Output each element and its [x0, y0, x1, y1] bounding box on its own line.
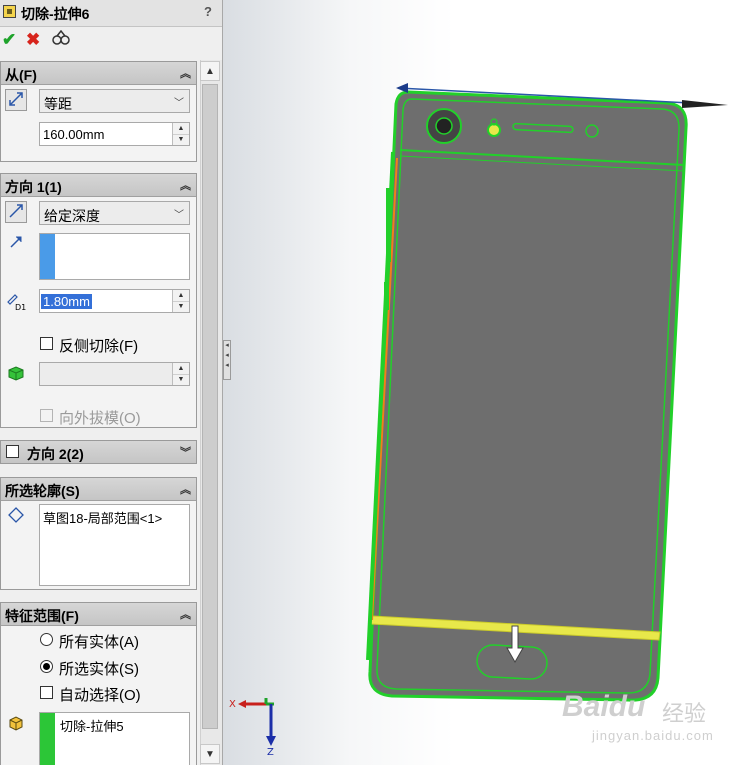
- watermark-url: jingyan.baidu.com: [592, 728, 714, 743]
- sketch-arrow-right: [682, 100, 728, 108]
- phone-model[interactable]: [0, 0, 738, 765]
- camera-inner: [435, 117, 453, 135]
- side-button-lower: [384, 282, 389, 310]
- triad-x-label: X: [229, 699, 236, 710]
- side-button-upper: [386, 188, 391, 262]
- triad-z-label: Z: [267, 747, 274, 757]
- view-orientation-triad[interactable]: X Z: [228, 692, 288, 757]
- baidu-watermark: Baidu 经验 jingyan.baidu.com: [562, 690, 732, 750]
- sketch-arrow-left: [396, 83, 408, 93]
- watermark-logo: Baidu: [562, 690, 646, 723]
- flash-sensor: [487, 123, 501, 137]
- phone-outer-body[interactable]: [368, 90, 688, 702]
- watermark-text: 经验: [662, 701, 707, 726]
